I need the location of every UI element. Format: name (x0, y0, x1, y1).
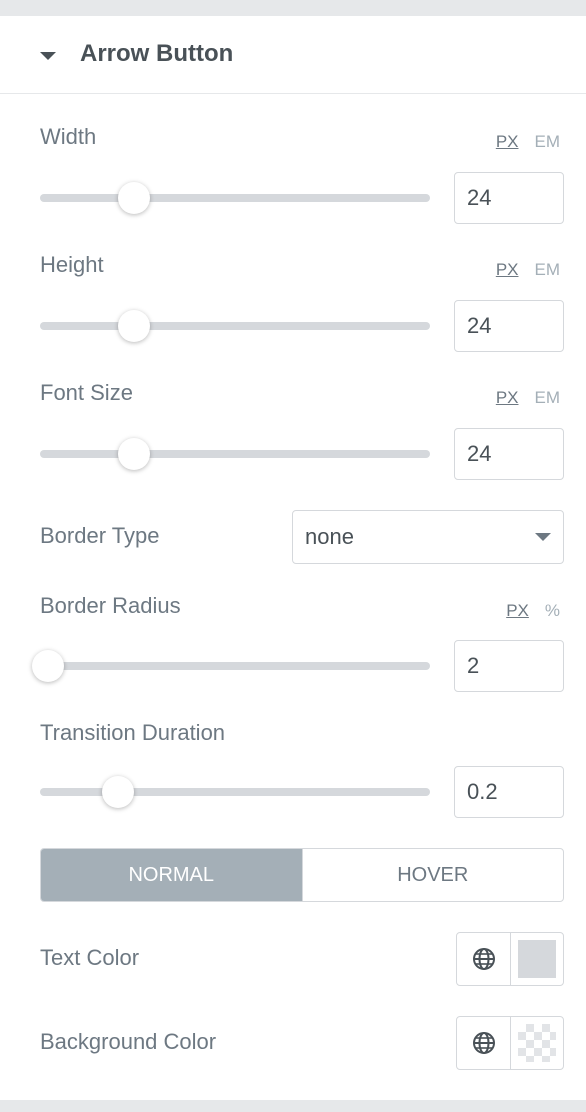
transition-duration-slider-thumb[interactable] (102, 776, 134, 808)
background-color-global-button[interactable] (457, 1017, 512, 1069)
height-label: Height (40, 252, 104, 277)
globe-icon (472, 948, 495, 970)
height-unit-px[interactable]: PX (496, 260, 519, 279)
font-size-slider-thumb[interactable] (117, 438, 150, 470)
background-color-label: Background Color (40, 1029, 217, 1054)
transparent-swatch (518, 1024, 557, 1062)
border-radius-label: Border Radius (40, 593, 181, 618)
state-tabs: NORMAL HOVER (40, 848, 564, 902)
border-type-value: none (305, 524, 354, 549)
border-radius-input[interactable]: 2 (454, 640, 564, 692)
border-radius-slider-thumb[interactable] (31, 650, 64, 682)
chevron-down-icon (535, 533, 551, 541)
section-title: Arrow Button (80, 40, 234, 67)
border-type-select[interactable]: none (292, 510, 564, 564)
text-color-swatch (518, 940, 557, 978)
transition-duration-slider[interactable] (40, 776, 430, 808)
text-color-global-button[interactable] (457, 933, 512, 985)
width-units: PX EM (480, 132, 560, 152)
background-color-picker[interactable] (511, 1017, 563, 1069)
font-size-units: PX EM (480, 388, 560, 408)
text-color-label: Text Color (40, 945, 140, 970)
width-input[interactable]: 24 (454, 172, 564, 224)
tab-hover[interactable]: HOVER (301, 849, 564, 901)
font-size-label: Font Size (40, 380, 133, 405)
border-type-label: Border Type (40, 523, 160, 548)
font-size-unit-px[interactable]: PX (496, 388, 519, 407)
width-unit-em[interactable]: EM (535, 132, 561, 151)
font-size-input[interactable]: 24 (454, 428, 564, 480)
caret-down-icon[interactable] (40, 52, 56, 60)
section-header-arrow-button[interactable]: Arrow Button (0, 16, 586, 94)
height-slider-thumb[interactable] (117, 310, 150, 342)
text-color-picker[interactable] (511, 933, 563, 985)
font-size-unit-em[interactable]: EM (535, 388, 561, 407)
font-size-slider[interactable] (40, 438, 430, 470)
background-color-control (456, 1016, 564, 1070)
width-slider[interactable] (40, 182, 430, 214)
transition-duration-input[interactable]: 0.2 (454, 766, 564, 818)
width-slider-thumb[interactable] (117, 182, 150, 214)
tab-normal[interactable]: NORMAL (41, 849, 302, 901)
text-color-control (456, 932, 564, 986)
height-unit-em[interactable]: EM (535, 260, 561, 279)
border-radius-slider[interactable] (31, 650, 430, 682)
transition-duration-label: Transition Duration (40, 720, 226, 745)
border-radius-unit-percent[interactable]: % (545, 601, 560, 620)
border-radius-units: PX% (490, 601, 560, 621)
width-label: Width (40, 124, 97, 149)
border-radius-unit-px[interactable]: PX (506, 601, 529, 620)
height-slider[interactable] (40, 310, 430, 342)
controls-panel: Arrow Button Width PX EM 24 Height PX EM 2… (0, 16, 586, 1100)
height-units: PX EM (480, 260, 560, 280)
width-unit-px[interactable]: PX (496, 132, 519, 151)
globe-icon (472, 1032, 495, 1054)
height-input[interactable]: 24 (454, 300, 564, 352)
